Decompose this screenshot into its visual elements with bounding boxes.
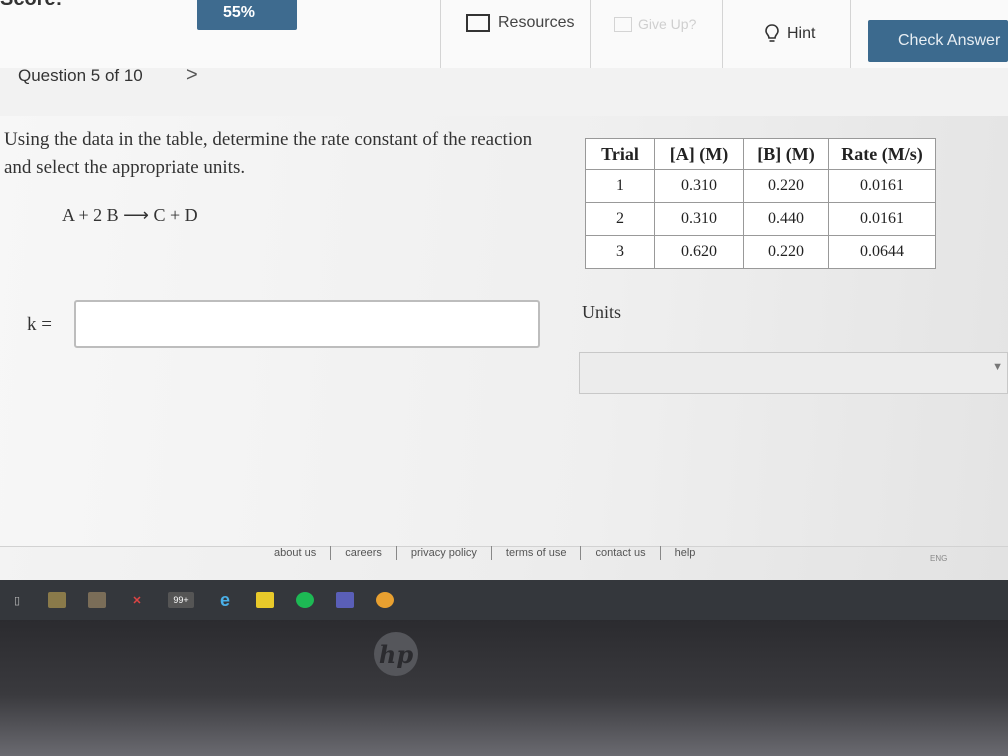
resources-label: Resources [498, 14, 575, 31]
file-explorer-icon[interactable] [48, 592, 66, 608]
give-up-button[interactable]: Give Up? [614, 16, 696, 32]
divider [590, 0, 591, 68]
app-icon[interactable]: ✕ [128, 592, 146, 608]
sticky-notes-icon[interactable] [256, 592, 274, 608]
table-cell: 0.310 [654, 169, 744, 203]
question-counter: Question 5 of 10 [18, 66, 143, 85]
footer-links: about us careers privacy policy terms of… [0, 546, 1008, 580]
reaction-equation: A + 2 B ⟶ C + D [62, 205, 198, 225]
hint-button[interactable]: Hint [765, 24, 815, 44]
table-cell: 2 [585, 202, 655, 236]
hint-label: Hint [787, 25, 816, 42]
k-answer-input[interactable] [74, 300, 540, 348]
task-view-icon[interactable]: ▯ [8, 592, 26, 608]
give-up-icon [614, 16, 632, 32]
table-header: [B] (M) [743, 138, 829, 170]
table-cell: 3 [585, 235, 655, 269]
footer-link-help[interactable]: help [661, 546, 710, 560]
k-label: k = [27, 314, 52, 335]
table-cell: 0.220 [743, 169, 829, 203]
footer-link-contact[interactable]: contact us [581, 546, 661, 560]
resources-button[interactable]: Resources [466, 8, 574, 38]
lightbulb-icon [765, 24, 779, 42]
divider [850, 0, 851, 68]
units-dropdown[interactable]: ▼ [579, 352, 1008, 394]
table-cell: 0.0161 [828, 169, 936, 203]
table-cell: 0.620 [654, 235, 744, 269]
divider [722, 0, 723, 68]
badge-99-icon[interactable]: 99+ [168, 592, 194, 608]
table-cell: 1 [585, 169, 655, 203]
chevron-down-icon: ▼ [992, 361, 1003, 373]
resources-icon [466, 14, 490, 32]
table-cell: 0.0644 [828, 235, 936, 269]
give-up-label: Give Up? [638, 16, 697, 32]
system-tray: ENG [850, 554, 947, 563]
teams-icon[interactable] [336, 592, 354, 608]
table-row: 1 0.310 0.220 0.0161 [585, 169, 936, 203]
laptop-bezel: hp [0, 620, 1008, 756]
table-cell: 0.0161 [828, 202, 936, 236]
table-cell: 0.310 [654, 202, 744, 236]
data-table: Trial [A] (M) [B] (M) Rate (M/s) 1 0.310… [585, 138, 936, 269]
question-panel: Using the data in the table, determine t… [0, 116, 1008, 547]
table-header: Trial [585, 138, 655, 170]
question-nav: Question 5 of 10 > [0, 64, 1008, 116]
table-row: 3 0.620 0.220 0.0644 [585, 235, 936, 269]
chevron-right-icon[interactable]: > [186, 64, 198, 87]
language-indicator[interactable]: ENG [930, 554, 947, 563]
app9-icon[interactable] [376, 592, 394, 608]
hp-logo: hp [374, 632, 418, 676]
spotify-icon[interactable] [296, 592, 314, 608]
footer-link-privacy[interactable]: privacy policy [397, 546, 492, 560]
table-header: Rate (M/s) [828, 138, 936, 170]
score-badge: 55% [197, 0, 297, 30]
table-header-row: Trial [A] (M) [B] (M) Rate (M/s) [585, 138, 936, 170]
top-bar: Score: 55% Resources Give Up? Hint Check… [0, 0, 1008, 69]
taskbar: ▯ ✕ 99+ e [0, 580, 1008, 620]
footer-link-terms[interactable]: terms of use [492, 546, 582, 560]
browser-screen: Score: 55% Resources Give Up? Hint Check… [0, 0, 1008, 600]
table-row: 2 0.310 0.440 0.0161 [585, 202, 936, 236]
divider [440, 0, 441, 68]
score-label: Score: [0, 0, 62, 11]
edge-icon[interactable]: e [216, 590, 234, 610]
table-cell: 0.440 [743, 202, 829, 236]
units-label: Units [582, 302, 622, 322]
table-header: [A] (M) [654, 138, 744, 170]
footer-link-about[interactable]: about us [260, 546, 332, 560]
check-answer-button[interactable]: Check Answer [868, 20, 1008, 62]
store-icon[interactable] [88, 592, 106, 608]
footer-link-careers[interactable]: careers [331, 546, 397, 560]
question-prompt: Using the data in the table, determine t… [4, 129, 533, 178]
table-cell: 0.220 [743, 235, 829, 269]
